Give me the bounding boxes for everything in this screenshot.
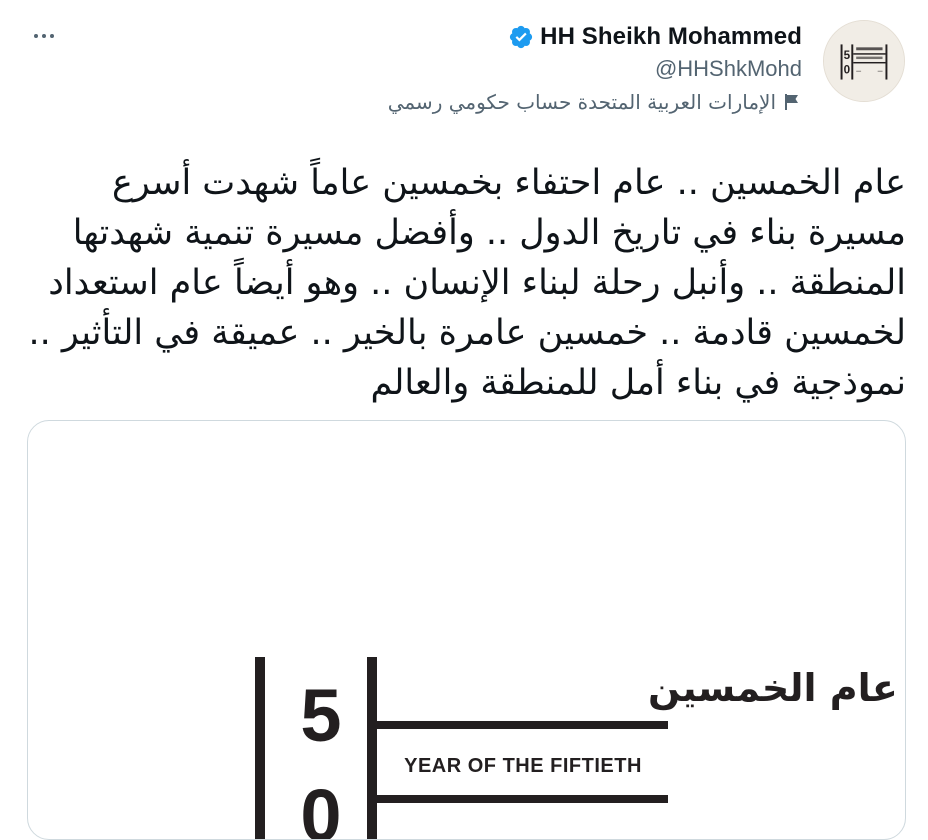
logo-arabic-text: عام الخمسين [648, 666, 898, 711]
logo-number-bottom: 0 [300, 774, 341, 840]
more-dots-icon [34, 34, 38, 38]
logo-left-bar [255, 657, 265, 839]
tweet-text: عام الخمسين .. عام احتفاء بخمسين عاماً ش… [28, 163, 906, 403]
tweet-media[interactable]: 5 0 عام الخمسين YEAR OF THE FIFTIETH [27, 420, 906, 840]
svg-text:5: 5 [844, 49, 851, 62]
verified-badge-icon [510, 25, 533, 49]
government-label-text: الإمارات العربية المتحدة حساب حكومي رسمي [387, 90, 776, 114]
flag-icon [785, 94, 798, 110]
year-of-fiftieth-logo: 5 0 عام الخمسين YEAR OF THE FIFTIETH [255, 657, 898, 840]
logo-english-text: YEAR OF THE FIFTIETH [404, 755, 642, 777]
more-dot [42, 34, 46, 38]
logo-number-top: 5 [300, 674, 341, 757]
year-of-fiftieth-avatar-logo: 5 0 [824, 21, 904, 101]
more-options-button[interactable] [28, 24, 60, 48]
tweet-author-info: HH Sheikh Mohammed @HHShkMohd الإمارات ا… [388, 20, 802, 114]
avatar[interactable]: 5 0 [823, 20, 905, 102]
display-name[interactable]: HH Sheikh Mohammed [540, 23, 802, 51]
user-handle[interactable]: @HHShkMohd [388, 56, 802, 82]
more-dot [50, 34, 54, 38]
logo-rule-top [371, 721, 668, 729]
logo-middle-bar [367, 657, 377, 839]
author-name-row[interactable]: HH Sheikh Mohammed [388, 20, 802, 54]
government-label: الإمارات العربية المتحدة حساب حكومي رسمي [388, 90, 802, 114]
svg-text:0: 0 [844, 64, 851, 77]
logo-rule-bottom [371, 795, 668, 803]
